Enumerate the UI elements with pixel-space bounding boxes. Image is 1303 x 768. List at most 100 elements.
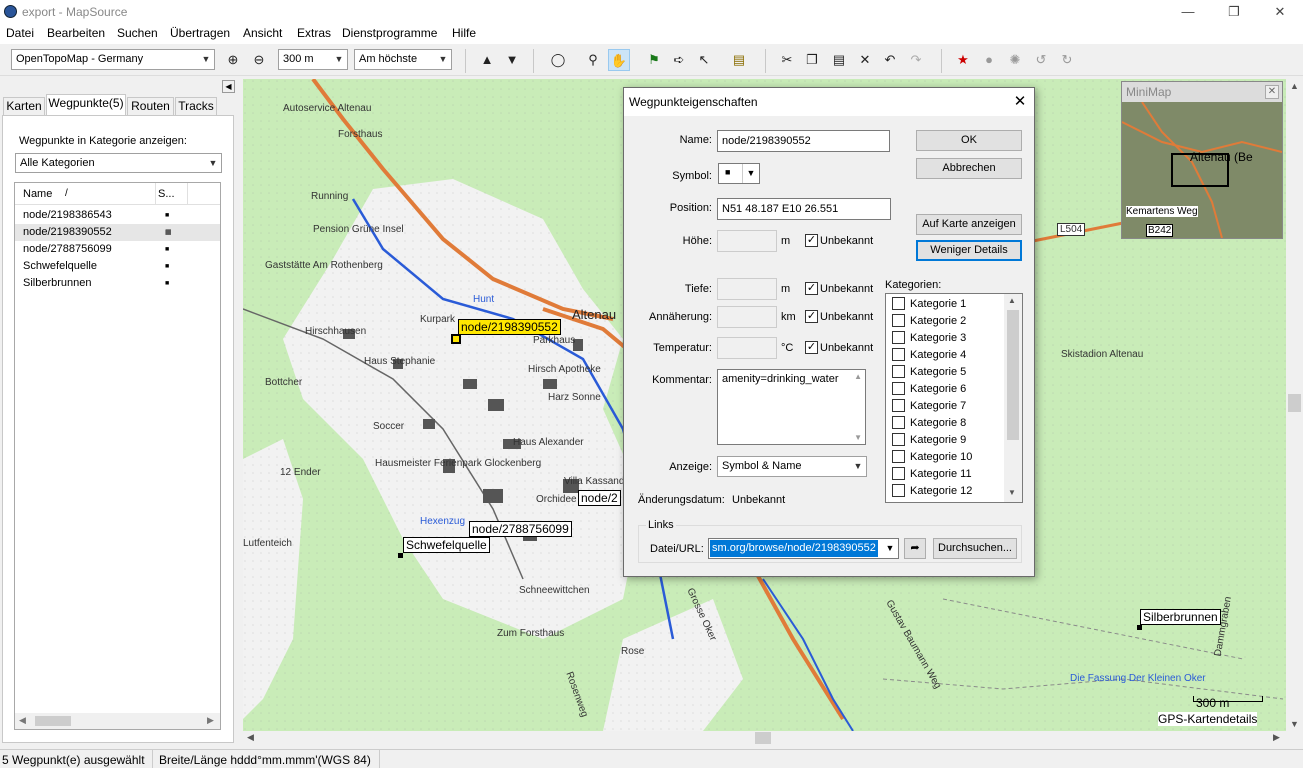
tiefe-input[interactable]	[717, 278, 777, 300]
kategorie-item[interactable]: Kategorie 12	[892, 483, 972, 500]
paste-icon[interactable]: ▤	[828, 49, 850, 71]
track-tool-icon[interactable]: ●	[978, 49, 1000, 71]
list-horizontal-scrollbar[interactable]: ◀ ▶	[15, 713, 220, 729]
list-item[interactable]: Silberbrunnen ■	[15, 275, 211, 292]
scroll-thumb[interactable]	[755, 732, 771, 744]
undo-icon[interactable]: ↶	[879, 49, 901, 71]
waypoint-label[interactable]: Silberbrunnen	[1140, 609, 1221, 625]
fewer-details-button[interactable]: Weniger Details	[916, 240, 1022, 261]
map-vertical-scrollbar[interactable]: ▲ ▼	[1286, 79, 1303, 731]
gps-map-details-label[interactable]: GPS-Kartendetails	[1158, 712, 1258, 726]
kategorie-item[interactable]: Kategorie 5	[892, 364, 966, 381]
annaeherung-unknown-checkbox[interactable]: ✓	[805, 310, 818, 323]
waypoint-list[interactable]: Name / S... node/2198386543 ■ node/219839…	[14, 182, 221, 730]
menu-uebertragen[interactable]: Übertragen	[170, 26, 230, 40]
menu-extras[interactable]: Extras	[297, 26, 331, 40]
kategorie-item[interactable]: Kategorie 11	[892, 466, 972, 483]
zoom-scale-select[interactable]: 300 m ▼	[278, 49, 348, 70]
kategorie-checkbox[interactable]	[892, 466, 905, 480]
kategorien-list[interactable]: Kategorie 1 Kategorie 2 Kategorie 3 Kate…	[885, 293, 1023, 503]
waypoint-marker[interactable]	[398, 553, 403, 558]
kategorie-checkbox[interactable]	[892, 432, 905, 446]
invert-icon[interactable]: ↻	[1056, 49, 1078, 71]
list-item[interactable]: node/2198386543 ■	[15, 207, 211, 224]
hoehe-input[interactable]	[717, 230, 777, 252]
tab-routen[interactable]: Routen	[127, 97, 174, 116]
dialog-close-icon[interactable]: ✕	[1010, 92, 1030, 112]
symbol-select[interactable]: ■ ▼	[718, 163, 760, 184]
cut-icon[interactable]: ✂	[776, 49, 798, 71]
scroll-down-icon[interactable]: ▼	[1290, 719, 1299, 729]
open-link-icon[interactable]: ➦	[904, 538, 926, 559]
kategorie-item[interactable]: Kategorie 6	[892, 381, 966, 398]
scroll-up-icon[interactable]: ▲	[1290, 81, 1299, 91]
col-name-header[interactable]: Name	[23, 188, 52, 200]
selection-tool-icon[interactable]: ↖	[693, 49, 715, 71]
collapse-panel-icon[interactable]: ◀	[222, 80, 235, 93]
kategorien-scrollbar[interactable]: ▲ ▼	[1004, 294, 1022, 502]
tab-karten[interactable]: Karten	[3, 97, 45, 116]
temperatur-input[interactable]	[717, 337, 777, 359]
scroll-up-icon[interactable]: ▲	[1008, 296, 1016, 305]
map-product-select[interactable]: OpenTopoMap - Germany ▼	[11, 49, 215, 70]
find-places-icon[interactable]: ★	[952, 49, 974, 71]
minimap[interactable]: MiniMap ✕ Altenau (Be Kemartens Weg B242	[1121, 81, 1283, 239]
kategorie-item[interactable]: Kategorie 3	[892, 330, 966, 347]
list-item[interactable]: node/2788756099 ■	[15, 241, 211, 258]
route-tool-icon[interactable]: ➪	[668, 49, 690, 71]
copy-icon[interactable]: ❐	[801, 49, 823, 71]
list-item-selected[interactable]: node/2198390552 ▦	[15, 224, 220, 241]
send-to-device-icon[interactable]: ▼	[501, 49, 523, 71]
kategorie-checkbox[interactable]	[892, 483, 905, 497]
redo-icon[interactable]: ↷	[905, 49, 927, 71]
kategorie-checkbox[interactable]	[892, 347, 905, 361]
waypoint-tool-icon[interactable]: ⚑	[643, 49, 665, 71]
minimap-close-icon[interactable]: ✕	[1265, 85, 1279, 99]
scroll-thumb[interactable]	[1288, 394, 1301, 412]
waypoint-label[interactable]: node/2788756099	[469, 521, 572, 537]
kommentar-textarea[interactable]: amenity=drinking_water ▲ ▼	[717, 369, 866, 445]
kategorie-checkbox[interactable]	[892, 415, 905, 429]
category-filter-select[interactable]: Alle Kategorien ▼	[15, 153, 222, 173]
waypoint-marker[interactable]	[1137, 625, 1142, 630]
map-tool-icon[interactable]: ◯	[547, 49, 569, 71]
minimize-button[interactable]: —	[1165, 0, 1211, 24]
annaeherung-input[interactable]	[717, 306, 777, 328]
hoehe-unknown-checkbox[interactable]: ✓	[805, 234, 818, 247]
zoom-in-icon[interactable]: ⊕	[222, 49, 244, 71]
kategorie-item[interactable]: Kategorie 4	[892, 347, 966, 364]
delete-icon[interactable]: ✕	[854, 49, 876, 71]
kategorie-item[interactable]: Kategorie 2	[892, 313, 966, 330]
distance-tool-icon[interactable]: ▤	[728, 49, 750, 71]
kategorie-checkbox[interactable]	[892, 381, 905, 395]
kategorie-item[interactable]: Kategorie 8	[892, 415, 966, 432]
tab-tracks[interactable]: Tracks	[175, 97, 217, 116]
menu-hilfe[interactable]: Hilfe	[452, 26, 476, 40]
url-combo[interactable]: sm.org/browse/node/2198390552 ▼	[708, 538, 899, 559]
menu-datei[interactable]: Datei	[6, 26, 34, 40]
cancel-button[interactable]: Abbrechen	[916, 158, 1022, 179]
scroll-thumb[interactable]	[35, 716, 71, 726]
menu-bearbeiten[interactable]: Bearbeiten	[47, 26, 105, 40]
reverse-route-icon[interactable]: ↺	[1030, 49, 1052, 71]
list-item[interactable]: Schwefelquelle ■	[15, 258, 211, 275]
kategorie-item[interactable]: Kategorie 9	[892, 432, 966, 449]
receive-from-device-icon[interactable]: ▲	[476, 49, 498, 71]
scroll-right-icon[interactable]: ▶	[207, 715, 214, 726]
kategorie-checkbox[interactable]	[892, 449, 905, 463]
kategorie-item[interactable]: Kategorie 1	[892, 296, 966, 313]
scroll-down-icon[interactable]: ▼	[854, 433, 862, 442]
ok-button[interactable]: OK	[916, 130, 1022, 151]
zoom-tool-icon[interactable]: ⚲	[582, 49, 604, 71]
scroll-left-icon[interactable]: ◀	[19, 715, 26, 726]
kategorie-item[interactable]: Kategorie 7	[892, 398, 966, 415]
recalculate-icon[interactable]: ✺	[1004, 49, 1026, 71]
waypoint-label[interactable]: Schwefelquelle	[403, 537, 490, 553]
tab-wegpunkte[interactable]: Wegpunkte(5)	[46, 94, 126, 116]
kategorie-item[interactable]: Kategorie 10	[892, 449, 972, 466]
selected-waypoint-marker[interactable]	[451, 334, 461, 344]
kategorie-checkbox[interactable]	[892, 330, 905, 344]
position-input[interactable]: N51 48.187 E10 26.551	[717, 198, 891, 220]
menu-dienstprogramme[interactable]: Dienstprogramme	[342, 26, 437, 40]
browse-button[interactable]: Durchsuchen...	[933, 538, 1017, 559]
